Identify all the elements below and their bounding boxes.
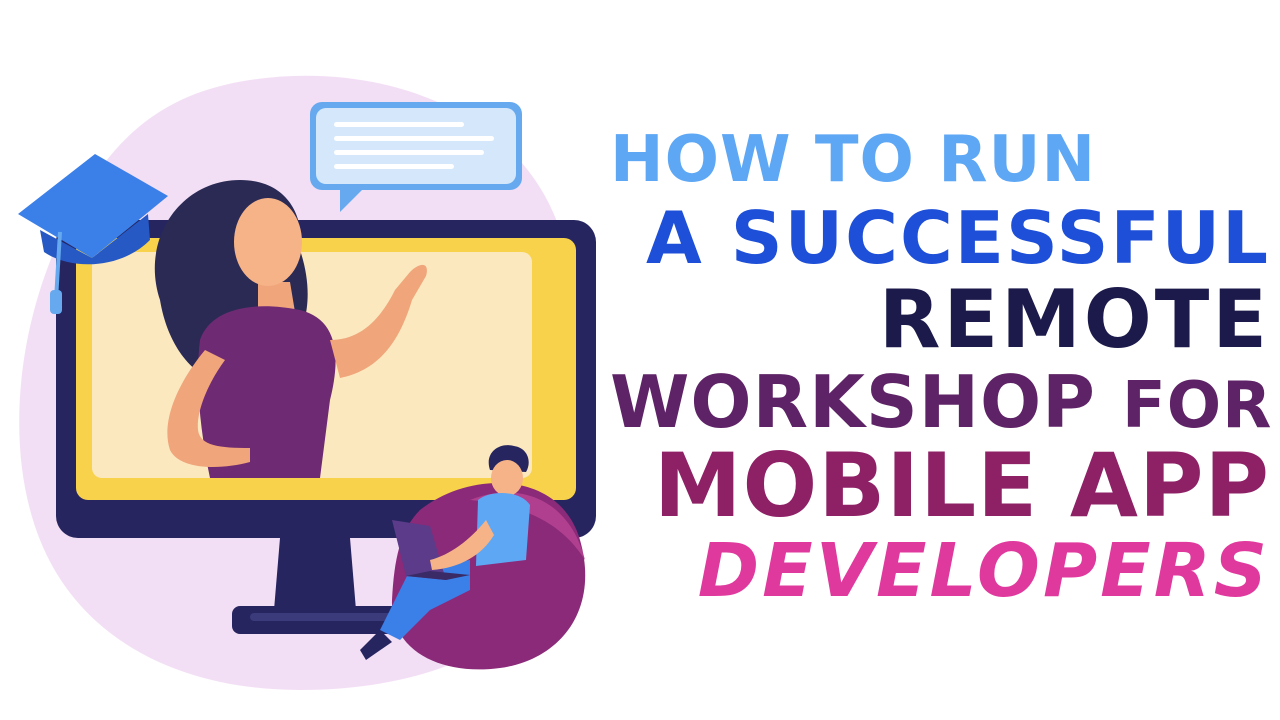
headline-line-2: A SUCCESSFUL (646, 196, 1270, 280)
headline-line-4: WORKSHOP FOR (610, 366, 1271, 438)
headline-line-4-main: WORKSHOP (610, 360, 1096, 444)
headline: HOW TO RUN A SUCCESSFUL REMOTE WORKSHOP … (610, 123, 1271, 614)
headline-line-3: REMOTE (878, 273, 1270, 366)
headline-line-5: MOBILE APP (653, 434, 1270, 537)
headline-line-1: HOW TO RUN (610, 123, 1096, 197)
hero-illustration (18, 75, 596, 690)
headline-line-6: DEVELOPERS (697, 528, 1270, 614)
headline-line-4-small: FOR (1122, 369, 1273, 443)
